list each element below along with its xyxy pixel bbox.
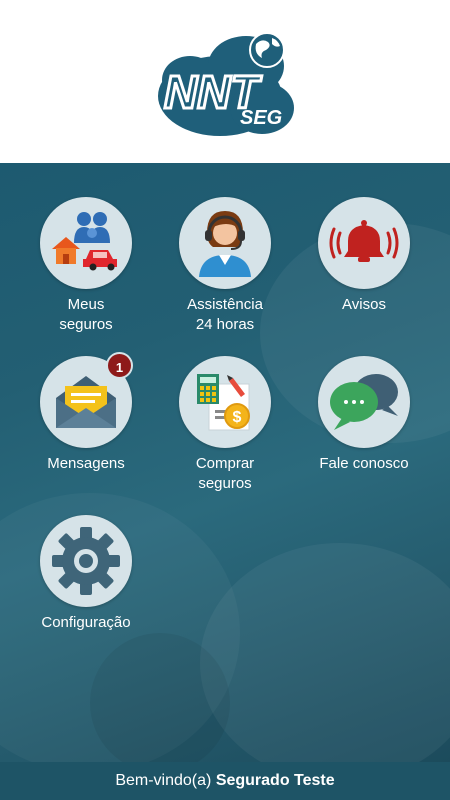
menu-avisos[interactable]: Avisos — [299, 197, 429, 315]
gear-icon — [52, 527, 120, 595]
menu-configuracao-label: Configuração — [41, 614, 131, 631]
welcome-text: Bem-vindo(a) — [115, 772, 216, 789]
menu-mensagens-label: Mensagens — [47, 455, 125, 472]
svg-text:$: $ — [233, 409, 242, 426]
config-icon-circle — [40, 515, 132, 607]
fale-icon-circle — [318, 356, 410, 448]
calculator-coin-icon: $ — [197, 374, 250, 431]
menu-avisos-label: Avisos — [342, 296, 386, 313]
chat-bubbles-icon — [330, 374, 398, 430]
user-name: Segurado Teste — [215, 772, 335, 789]
menu-comprar-seguros[interactable]: $ Comprar seguros — [160, 356, 290, 494]
family-house-car-icon — [52, 212, 117, 271]
avisos-icon-circle — [318, 197, 410, 289]
menu-configuracao[interactable]: Configuração — [21, 515, 151, 633]
app-header: NNT SEG — [0, 0, 450, 163]
assistencia-icon-circle — [179, 197, 271, 289]
meus-seguros-icon-circle — [40, 197, 132, 289]
welcome-footer: Bem-vindo(a) Segurado Teste — [0, 762, 450, 800]
menu-comprar-label: Comprar seguros — [195, 455, 255, 492]
unread-messages-badge: 1 — [106, 352, 133, 379]
menu-mensagens[interactable]: 1 Mensagens — [21, 352, 151, 474]
bell-icon — [329, 220, 399, 262]
menu-area: Meus seguros Assistência 24 horas Avisos… — [0, 163, 450, 762]
menu-assistencia[interactable]: Assistência 24 horas — [160, 197, 290, 335]
nntseg-logo: NNT SEG — [158, 32, 294, 136]
menu-fale-label: Fale conosco — [319, 455, 409, 472]
menu-meus-seguros[interactable]: Meus seguros — [21, 197, 151, 335]
svg-text:SEG: SEG — [240, 107, 282, 129]
headset-agent-icon — [199, 211, 251, 277]
comprar-icon-circle: $ — [179, 356, 271, 448]
menu-meus-seguros-label: Meus seguros — [59, 296, 113, 333]
menu-fale-conosco[interactable]: Fale conosco — [299, 356, 429, 474]
menu-assistencia-label: Assistência 24 horas — [187, 296, 263, 333]
